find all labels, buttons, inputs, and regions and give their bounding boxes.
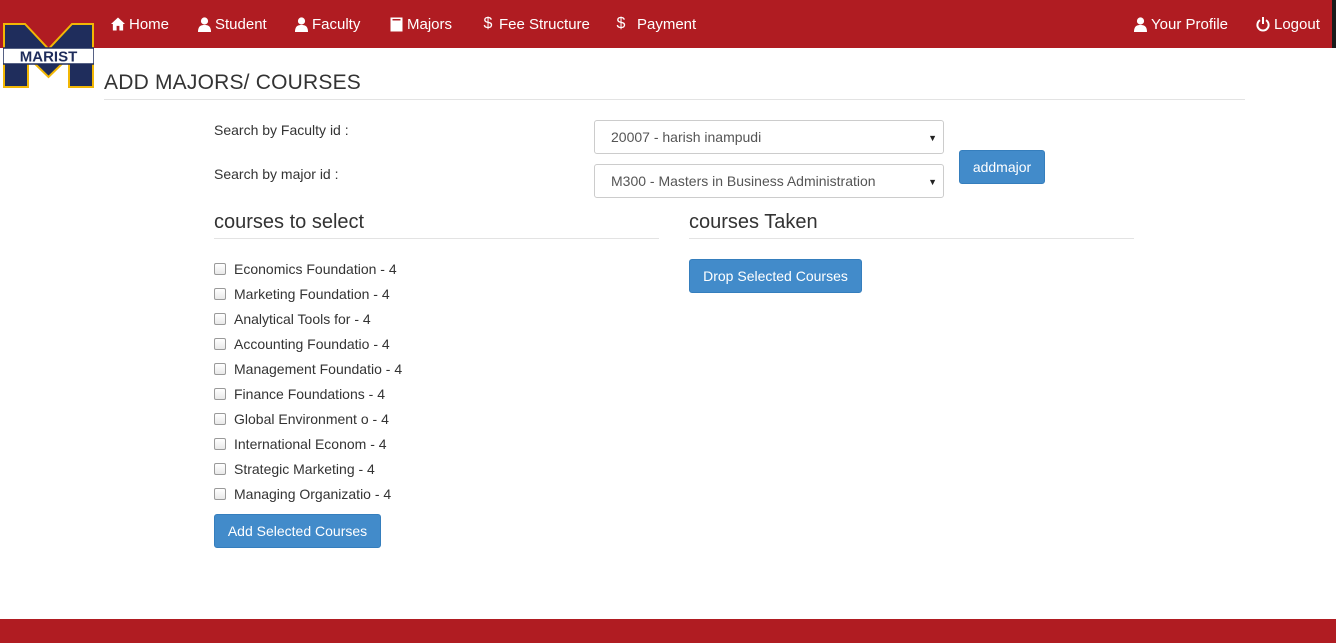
addmajor-button[interactable]: addmajor	[959, 150, 1045, 184]
course-checkbox[interactable]	[214, 288, 226, 300]
course-item[interactable]: Finance Foundations - 4	[214, 385, 385, 403]
nav-student-label: Student	[215, 15, 267, 33]
course-item[interactable]: International Econom - 4	[214, 435, 387, 453]
course-item[interactable]: Economics Foundation - 4	[214, 260, 397, 278]
course-label: Accounting Foundatio - 4	[234, 336, 390, 352]
courses-to-select-divider	[214, 238, 659, 239]
course-label: Economics Foundation - 4	[234, 261, 397, 277]
nav-student[interactable]: Student	[197, 0, 267, 48]
drop-selected-courses-button[interactable]: Drop Selected Courses	[689, 259, 862, 293]
nav-majors-label: Majors	[407, 15, 453, 33]
nav-your-profile-label: Your Profile	[1151, 15, 1228, 33]
dropdown-caret-icon: ▼	[928, 133, 937, 143]
logo-text: MARIST	[20, 49, 78, 66]
dropdown-caret-icon: ▼	[928, 177, 937, 187]
major-id-label: Search by major id :	[214, 166, 339, 182]
course-label: International Econom - 4	[234, 436, 387, 452]
course-checkbox[interactable]	[214, 463, 226, 475]
nav-fee-structure-label: Fee Structure	[499, 15, 590, 33]
page-title: ADD MAJORS/ COURSES	[104, 71, 361, 94]
major-id-select[interactable]: M300 - Masters in Business Administratio…	[594, 164, 944, 198]
course-label: Finance Foundations - 4	[234, 386, 385, 402]
course-checkbox[interactable]	[214, 263, 226, 275]
nav-payment-label: Payment	[637, 15, 697, 33]
dollar-icon: $	[483, 15, 493, 32]
course-item[interactable]: Management Foundatio - 4	[214, 360, 402, 378]
dollar-icon: $	[616, 15, 626, 32]
faculty-id-value: 20007 - harish inampudi	[611, 129, 762, 145]
course-item[interactable]: Strategic Marketing - 4	[214, 460, 375, 478]
course-label: Analytical Tools for - 4	[234, 311, 371, 327]
nav-logout[interactable]: Logout	[1256, 0, 1320, 48]
nav-majors[interactable]: Majors	[389, 0, 452, 48]
course-item[interactable]: Managing Organizatio - 4	[214, 485, 391, 503]
major-id-value: M300 - Masters in Business Administratio…	[611, 173, 876, 189]
title-divider	[104, 99, 1245, 100]
course-item[interactable]: Global Environment o - 4	[214, 410, 389, 428]
footer-bar	[0, 619, 1336, 643]
home-icon	[111, 16, 125, 32]
course-checkbox[interactable]	[214, 488, 226, 500]
course-item[interactable]: Marketing Foundation - 4	[214, 285, 390, 303]
nav-fee-structure[interactable]: $ Fee Structure	[481, 0, 590, 48]
user-icon	[1133, 16, 1147, 32]
course-checkbox[interactable]	[214, 388, 226, 400]
course-label: Marketing Foundation - 4	[234, 286, 390, 302]
nav-your-profile[interactable]: Your Profile	[1133, 0, 1228, 48]
faculty-id-select[interactable]: 20007 - harish inampudi ▼	[594, 120, 944, 154]
nav-payment[interactable]: $ Payment	[614, 0, 697, 48]
courses-to-select-title: courses to select	[214, 211, 365, 233]
course-checkbox[interactable]	[214, 313, 226, 325]
course-label: Management Foundatio - 4	[234, 361, 403, 377]
nav-logout-label: Logout	[1274, 15, 1320, 33]
user-icon	[197, 16, 211, 32]
nav-faculty-label: Faculty	[312, 15, 361, 33]
user-icon	[294, 16, 308, 32]
faculty-id-label: Search by Faculty id :	[214, 122, 349, 138]
course-checkbox[interactable]	[214, 363, 226, 375]
courses-taken-title: courses Taken	[689, 211, 818, 233]
courses-taken-divider	[689, 238, 1134, 239]
course-label: Global Environment o - 4	[234, 411, 389, 427]
course-checkbox[interactable]	[214, 413, 226, 425]
course-checkbox[interactable]	[214, 438, 226, 450]
add-selected-courses-button[interactable]: Add Selected Courses	[214, 514, 381, 548]
navbar-edge	[1332, 0, 1336, 48]
course-label: Strategic Marketing - 4	[234, 461, 375, 477]
nav-home[interactable]: Home	[111, 0, 169, 48]
course-checkbox[interactable]	[214, 338, 226, 350]
course-item[interactable]: Analytical Tools for - 4	[214, 310, 371, 328]
nav-faculty[interactable]: Faculty	[294, 0, 360, 48]
power-icon	[1256, 16, 1270, 32]
marist-logo: MARIST	[2, 23, 95, 88]
course-item[interactable]: Accounting Foundatio - 4	[214, 335, 390, 353]
nav-home-label: Home	[129, 15, 170, 33]
course-label: Managing Organizatio - 4	[234, 486, 392, 502]
book-icon	[389, 16, 403, 32]
